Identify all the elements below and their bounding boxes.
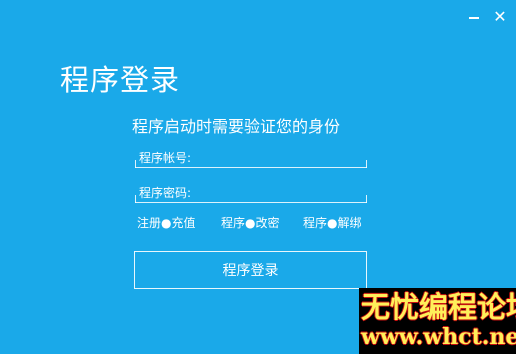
- account-field: [135, 149, 367, 168]
- password-field: [135, 184, 367, 203]
- login-button[interactable]: 程序登录: [134, 251, 367, 289]
- change-password-link[interactable]: 程序●改密: [221, 215, 279, 231]
- page-title: 程序登录: [60, 63, 181, 97]
- close-button[interactable]: ✕: [490, 6, 510, 26]
- account-input[interactable]: [139, 149, 363, 167]
- watermark-line-2: www.whct.net: [361, 324, 516, 350]
- watermark-logo: 无忧编程论坛 www.whct.net: [359, 288, 516, 354]
- minimize-icon: [469, 17, 479, 19]
- close-icon: ✕: [493, 6, 507, 26]
- register-recharge-link[interactable]: 注册●充值: [137, 215, 195, 231]
- minimize-button[interactable]: [464, 6, 484, 26]
- password-input[interactable]: [139, 184, 363, 202]
- page-subtitle: 程序启动时需要验证您的身份: [132, 117, 341, 136]
- watermark-line-1: 无忧编程论坛: [361, 290, 516, 324]
- unbind-link[interactable]: 程序●解绑: [303, 215, 361, 231]
